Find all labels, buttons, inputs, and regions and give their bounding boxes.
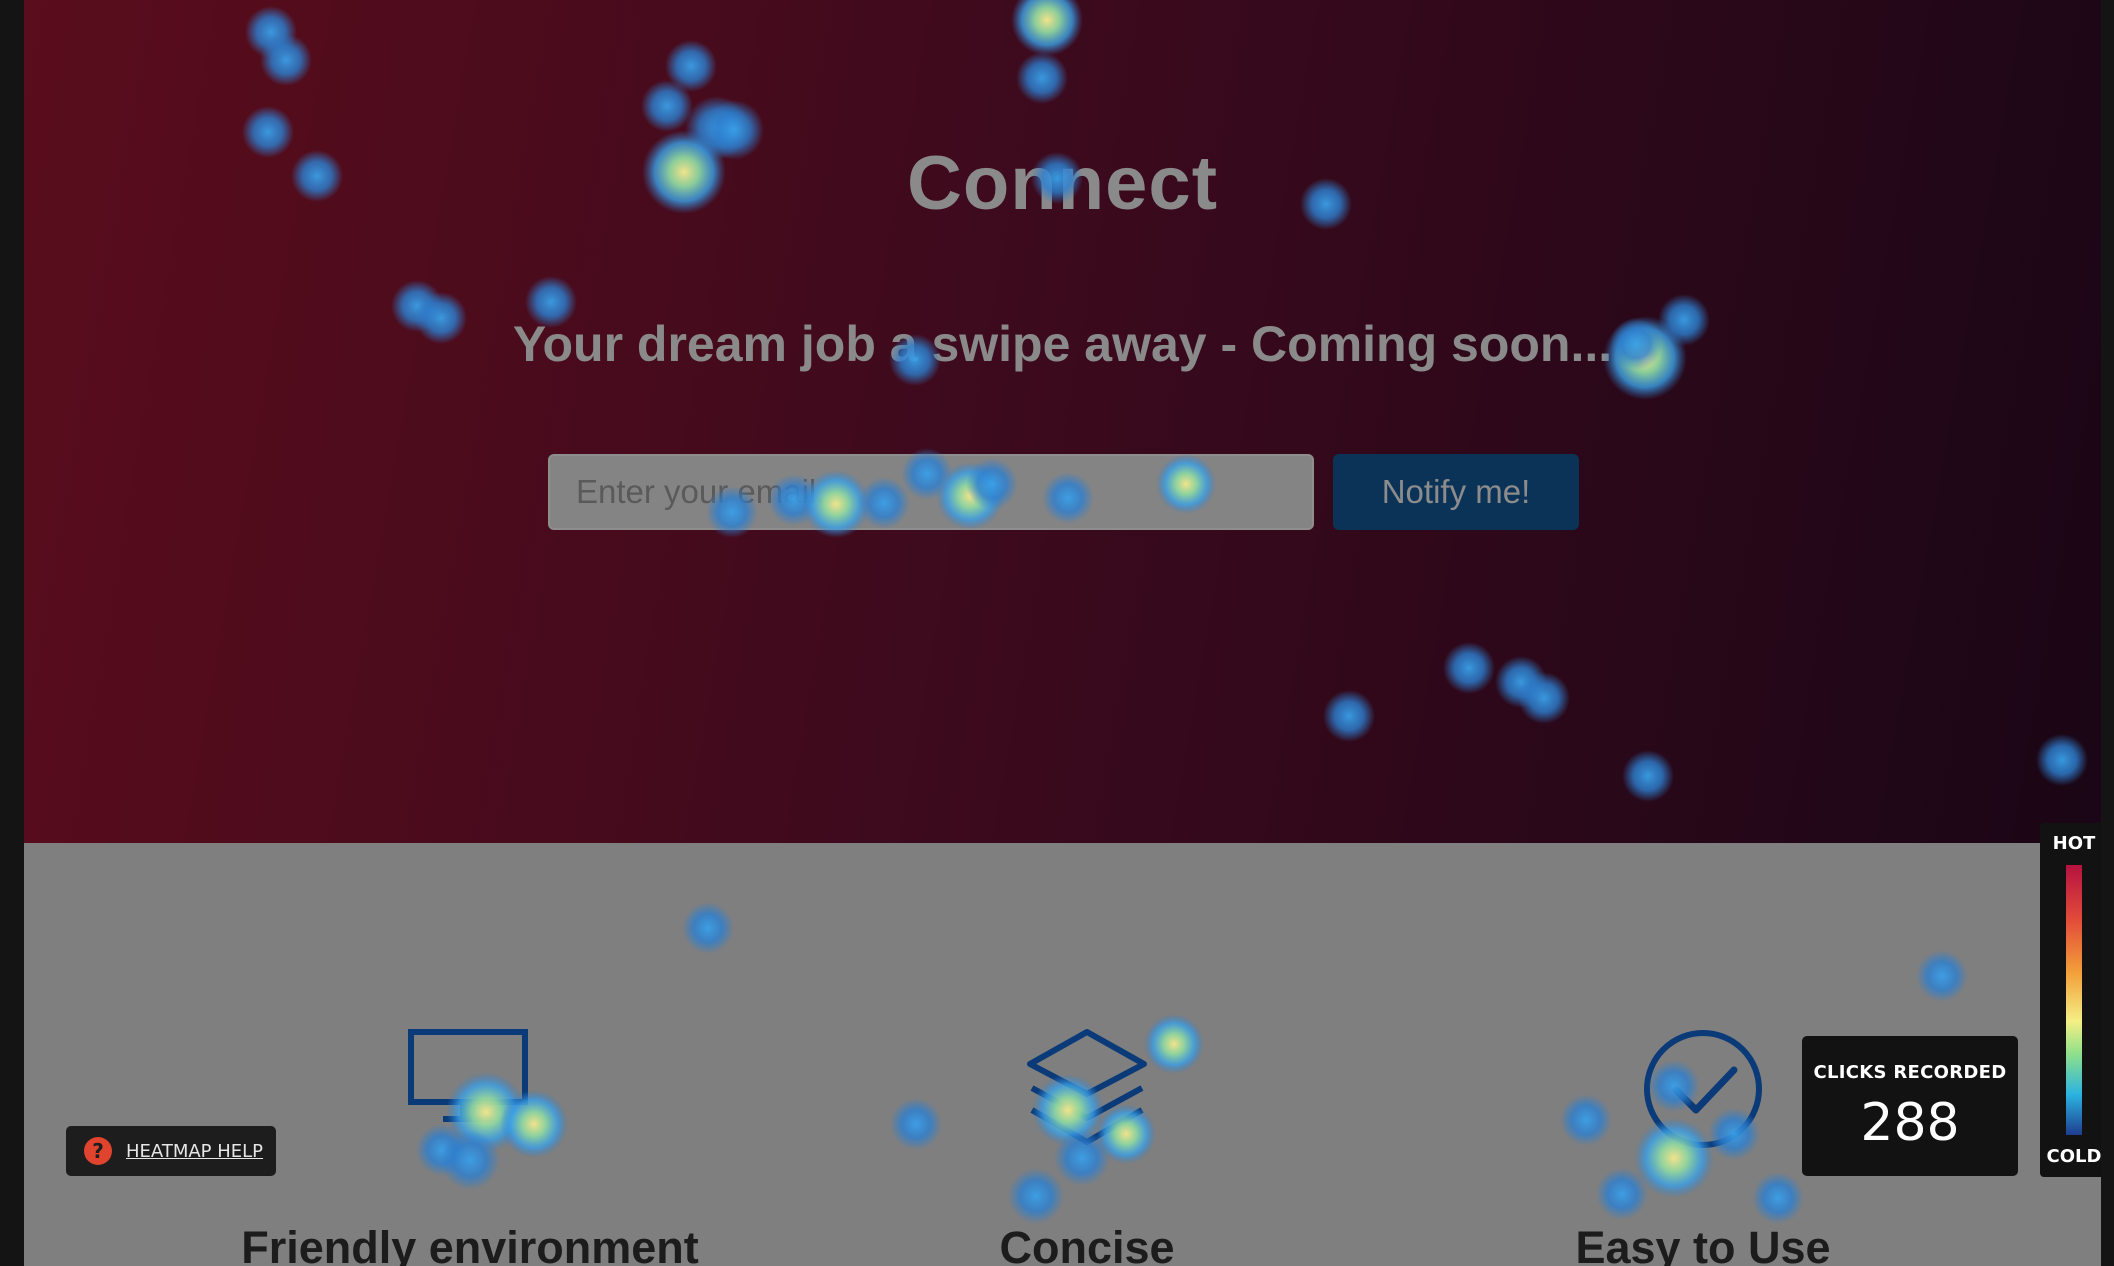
heat-legend: HOT COLD — [2040, 823, 2101, 1177]
help-icon: ? — [84, 1137, 112, 1165]
legend-cold-label: COLD — [2046, 1146, 2101, 1167]
heatmap-help-link[interactable]: HEATMAP HELP — [126, 1141, 263, 1162]
clicks-recorded-panel: CLICKS RECORDED 288 — [1802, 1036, 2018, 1176]
notify-button[interactable]: Notify me! — [1333, 454, 1579, 530]
page-subtitle: Your dream job a swipe away - Coming soo… — [512, 316, 1613, 372]
check-circle-icon — [1644, 1030, 1762, 1148]
email-input[interactable] — [548, 454, 1314, 530]
heat-color-scale — [2066, 865, 2082, 1135]
heatmap-help-button[interactable]: ? HEATMAP HELP — [66, 1126, 276, 1176]
clicks-recorded-count: 288 — [1860, 1093, 1960, 1153]
feature-label: Friendly environment — [241, 1222, 699, 1266]
feature-label: Concise — [999, 1222, 1175, 1266]
page-title: Connect — [907, 141, 1218, 226]
feature-concise: Concise — [787, 1026, 1387, 1266]
landing-page: Connect Your dream job a swipe away - Co… — [24, 0, 2101, 1266]
legend-hot-label: HOT — [2052, 833, 2096, 854]
layers-icon — [1027, 1029, 1147, 1145]
feature-label: Easy to Use — [1575, 1222, 1831, 1266]
hero-section: Connect Your dream job a swipe away - Co… — [24, 0, 2101, 843]
monitor-icon — [408, 1029, 528, 1122]
clicks-recorded-title: CLICKS RECORDED — [1813, 1062, 2007, 1083]
